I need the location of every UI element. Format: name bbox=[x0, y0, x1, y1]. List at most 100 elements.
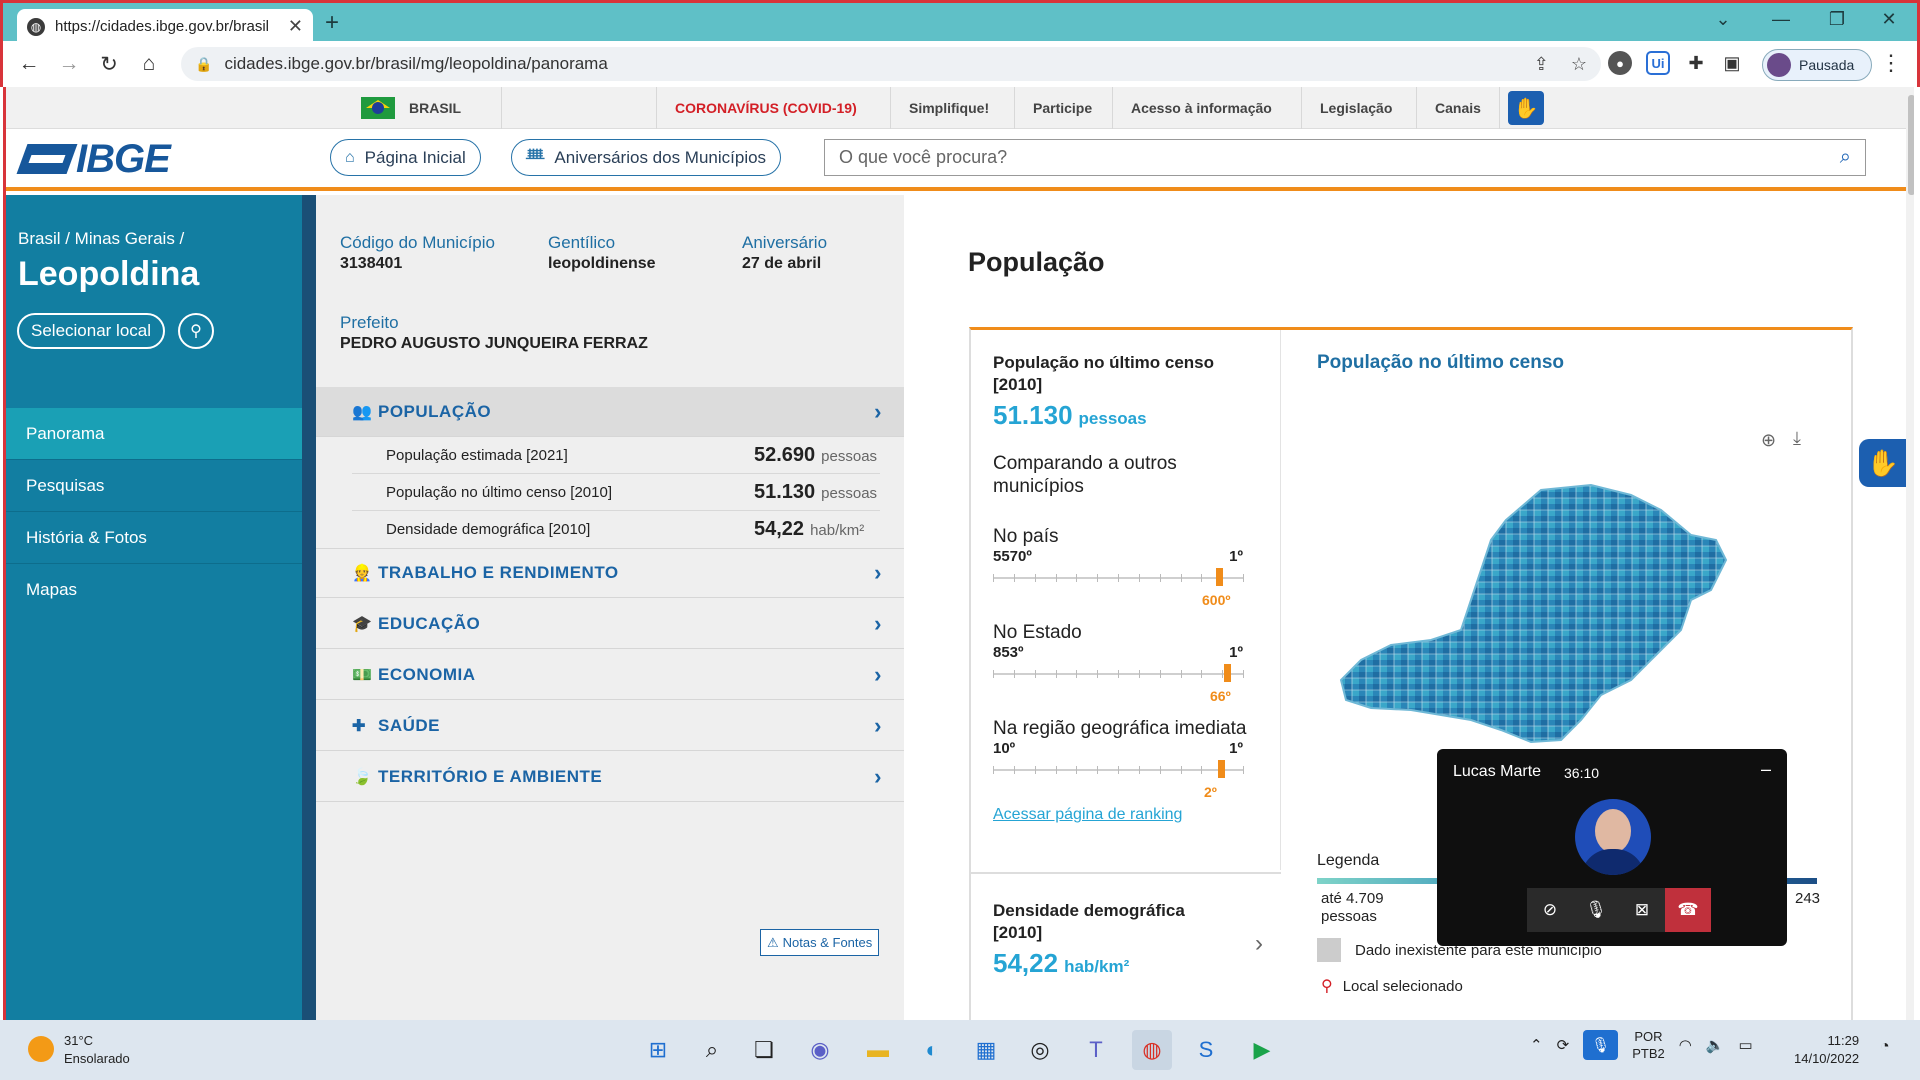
govbar-link-simplifique[interactable]: Simplifique! bbox=[890, 87, 1007, 129]
share-screen-icon[interactable]: ⊠ bbox=[1619, 888, 1665, 932]
leaf-icon: 🍃 bbox=[352, 768, 373, 786]
cake-icon: ᚙ bbox=[526, 149, 545, 167]
new-tab-button[interactable]: + bbox=[325, 9, 339, 37]
notification-icon[interactable]: ◔ bbox=[1880, 1038, 1890, 1056]
minimize-call-icon[interactable]: – bbox=[1761, 759, 1771, 780]
category-trabalho[interactable]: 👷 TRABALHO E RENDIMENTO › bbox=[316, 548, 904, 598]
category-economia[interactable]: 💵 ECONOMIA › bbox=[316, 650, 904, 700]
minas-gerais-map[interactable] bbox=[1331, 480, 1791, 760]
site-header: IBGE ⌂ Página Inicial ᚙ Aniversários dos… bbox=[6, 129, 1906, 191]
govbar-link-participe[interactable]: Participe bbox=[1014, 87, 1110, 129]
ranking-tick bbox=[1201, 670, 1203, 678]
download-icon[interactable]: ⤓ bbox=[1793, 428, 1801, 449]
media-player-icon[interactable]: ▶ bbox=[1242, 1030, 1282, 1070]
zoom-icon[interactable]: ⊕ bbox=[1761, 430, 1776, 451]
govbar-link-covid[interactable]: CORONAVÍRUS (COVID-19) bbox=[656, 87, 875, 129]
govbar-link-acesso[interactable]: Acesso à informação bbox=[1112, 87, 1290, 129]
task-view-icon[interactable]: ❏ bbox=[744, 1030, 784, 1070]
gov-bar: BRASIL CORONAVÍRUS (COVID-19) Simplifiqu… bbox=[6, 87, 1906, 129]
start-icon[interactable]: ⊞ bbox=[638, 1030, 678, 1070]
category-educacao[interactable]: 🎓 EDUCAÇÃO › bbox=[316, 599, 904, 649]
hang-up-icon[interactable]: ☎ bbox=[1665, 888, 1711, 932]
close-window-button[interactable]: ✕ bbox=[1869, 9, 1909, 30]
scrollbar-thumb[interactable] bbox=[1908, 95, 1914, 195]
govbar-link-legislacao[interactable]: Legislação bbox=[1301, 87, 1410, 129]
edge-icon[interactable]: ◐ bbox=[912, 1030, 952, 1070]
ranking-link[interactable]: Acessar página de ranking bbox=[993, 806, 1182, 824]
browser-tab[interactable]: ◍ https://cidades.ibge.gov.br/brasil ✕ bbox=[17, 9, 313, 44]
language-indicator[interactable]: POR PTB2 bbox=[1632, 1028, 1665, 1062]
address-bar[interactable]: 🔒 cidades.ibge.gov.br/brasil/mg/leopoldi… bbox=[181, 47, 1601, 81]
uipath-extension-icon[interactable]: Ui bbox=[1646, 51, 1670, 75]
profile-button[interactable]: Pausada bbox=[1762, 49, 1872, 81]
extension-icon[interactable]: ● bbox=[1608, 51, 1632, 75]
close-tab-icon[interactable]: ✕ bbox=[288, 16, 303, 37]
teams-icon[interactable]: T bbox=[1076, 1030, 1116, 1070]
maximize-button[interactable]: ❐ bbox=[1817, 9, 1857, 30]
app-s-icon[interactable]: S bbox=[1186, 1030, 1226, 1070]
dell-icon[interactable]: ◎ bbox=[1020, 1030, 1060, 1070]
store-icon[interactable]: ▦ bbox=[966, 1030, 1006, 1070]
sun-icon[interactable] bbox=[28, 1036, 54, 1062]
ibge-logo[interactable]: IBGE bbox=[16, 137, 171, 181]
sidebar-item-panorama[interactable]: Panorama bbox=[6, 408, 302, 460]
share-icon[interactable]: ⇪ bbox=[1534, 54, 1549, 75]
page-scrollbar[interactable] bbox=[1906, 87, 1914, 1020]
ranking-link-text[interactable]: Acessar página de ranking bbox=[993, 806, 1182, 823]
brasil-link[interactable]: BRASIL bbox=[361, 87, 501, 129]
sync-icon[interactable]: ⟳ bbox=[1557, 1036, 1570, 1054]
search-icon[interactable]: ⌕ bbox=[692, 1030, 732, 1070]
microphone-icon[interactable]: 🎙 bbox=[1573, 888, 1619, 932]
ranking-tick bbox=[1180, 574, 1182, 582]
category-territorio[interactable]: 🍃 TERRITÓRIO E AMBIENTE › bbox=[316, 752, 904, 802]
select-local-button[interactable]: Selecionar local bbox=[17, 313, 166, 349]
forward-icon[interactable]: → bbox=[49, 52, 89, 76]
chrome-icon[interactable]: ◍ bbox=[1132, 1030, 1172, 1070]
vlibras-icon[interactable]: ✋ bbox=[1859, 439, 1907, 487]
weather-widget[interactable]: 31°C Ensolarado bbox=[64, 1032, 130, 1068]
wifi-icon[interactable]: ◠ bbox=[1679, 1036, 1692, 1054]
ranking-tick bbox=[1118, 670, 1119, 678]
sidebar-item-pesquisas[interactable]: Pesquisas bbox=[6, 460, 302, 512]
sidebar-divider bbox=[302, 195, 316, 1020]
chevron-up-icon[interactable]: ⌃ bbox=[1530, 1036, 1543, 1054]
search-icon[interactable]: ⌕ bbox=[1840, 146, 1851, 169]
row-unit: hab/km² bbox=[810, 522, 865, 539]
microphone-tray-icon[interactable]: 🎙 bbox=[1583, 1030, 1619, 1060]
home-icon[interactable]: ⌂ bbox=[129, 52, 169, 76]
category-saude[interactable]: ✚ SAÚDE › bbox=[316, 701, 904, 751]
sign-language-icon[interactable]: ✋ bbox=[1508, 91, 1544, 125]
volume-icon[interactable]: 🔈 bbox=[1706, 1036, 1725, 1054]
teams-chat-icon[interactable]: ◉ bbox=[800, 1030, 840, 1070]
search-input[interactable]: O que você procura? ⌕ bbox=[824, 139, 1866, 176]
home-button[interactable]: ⌂ Página Inicial bbox=[330, 139, 481, 176]
tab-search-icon[interactable]: ⌄ bbox=[1703, 9, 1743, 30]
ranking-title: Na região geográfica imediata bbox=[993, 718, 1247, 739]
sidebar-item-mapas[interactable]: Mapas bbox=[6, 564, 302, 616]
sidebar-item-historia[interactable]: História & Fotos bbox=[6, 512, 302, 564]
row-value: 51.130 bbox=[754, 480, 816, 503]
back-icon[interactable]: ← bbox=[9, 52, 49, 76]
breadcrumb[interactable]: Brasil / Minas Gerais / bbox=[18, 229, 184, 249]
file-explorer-icon[interactable]: ▬ bbox=[858, 1030, 898, 1070]
side-panel-icon[interactable]: ▣ bbox=[1720, 51, 1744, 75]
category-populacao[interactable]: 👥 POPULAÇÃO › bbox=[316, 387, 904, 437]
location-pin-icon[interactable]: ⚲ bbox=[178, 313, 214, 349]
birthdays-button[interactable]: ᚙ Aniversários dos Municípios bbox=[511, 139, 782, 176]
clock[interactable]: 11:29 14/10/2022 bbox=[1794, 1032, 1859, 1068]
ranking-low: 853º bbox=[993, 644, 1024, 661]
row-unit: pessoas bbox=[821, 447, 878, 465]
reload-icon[interactable]: ↻ bbox=[89, 52, 129, 77]
gentilico-block: Gentílico leopoldinense bbox=[548, 233, 656, 273]
puzzle-icon[interactable]: ✚ bbox=[1684, 51, 1708, 75]
govbar-link-canais[interactable]: Canais bbox=[1416, 87, 1500, 129]
battery-icon[interactable]: ▭ bbox=[1739, 1036, 1753, 1054]
bookmark-star-icon[interactable]: ☆ bbox=[1571, 54, 1587, 75]
aniversario-block: Aniversário 27 de abril bbox=[742, 233, 827, 273]
notas-fontes-button[interactable]: ⚠ Notas & Fontes bbox=[760, 929, 880, 956]
camera-off-icon[interactable]: ⊘ bbox=[1527, 888, 1573, 932]
browser-menu-icon[interactable]: ⋮ bbox=[1880, 50, 1902, 76]
minimize-button[interactable]: — bbox=[1761, 9, 1801, 30]
densidade-card[interactable]: Densidade demográfica [2010] 54,22 hab/km… bbox=[971, 872, 1281, 1000]
call-overlay[interactable]: Lucas Marte 36:10 – ⊘ 🎙 ⊠ ☎ bbox=[1437, 749, 1787, 946]
